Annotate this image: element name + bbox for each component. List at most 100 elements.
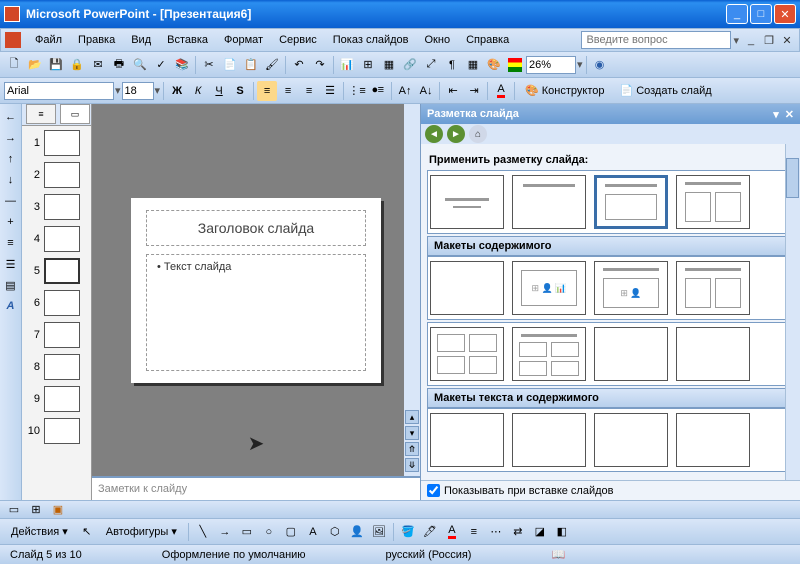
- layout-tc-b[interactable]: [512, 413, 586, 467]
- thumbnail-5[interactable]: 5: [24, 258, 89, 284]
- thumbnail-2[interactable]: 2: [24, 162, 89, 188]
- hyperlink-icon[interactable]: 🔗: [400, 55, 420, 75]
- menu-format[interactable]: Формат: [216, 32, 271, 48]
- task-pane-menu-icon[interactable]: ▾: [773, 108, 779, 121]
- mdi-minimize[interactable]: _: [743, 33, 759, 47]
- rect-icon[interactable]: ▭: [237, 522, 257, 542]
- chart-icon[interactable]: 📊: [337, 55, 357, 75]
- task-pane-scrollbar[interactable]: [785, 144, 800, 480]
- shadow-style-icon[interactable]: ◪: [530, 522, 550, 542]
- nav-forward-icon[interactable]: ►: [447, 125, 465, 143]
- layout-title-slide[interactable]: [430, 175, 504, 229]
- decrease-indent-icon[interactable]: ⇤: [443, 81, 463, 101]
- collapse-icon[interactable]: —: [2, 192, 20, 210]
- summary-icon[interactable]: ▤: [2, 276, 20, 294]
- zoom-combo[interactable]: [526, 56, 576, 74]
- textbox-icon[interactable]: ▢: [281, 522, 301, 542]
- arrow-right-icon[interactable]: →: [2, 129, 20, 147]
- menu-view[interactable]: Вид: [123, 32, 159, 48]
- bullets-icon[interactable]: ⦁≡: [368, 81, 388, 101]
- layout-4content-d[interactable]: [676, 327, 750, 381]
- distribute-icon[interactable]: ☰: [320, 81, 340, 101]
- nav-home-icon[interactable]: ⌂: [469, 125, 487, 143]
- show-on-insert-checkbox[interactable]: [427, 484, 440, 497]
- 3d-icon[interactable]: ◧: [552, 522, 572, 542]
- thumbnail-4[interactable]: 4: [24, 226, 89, 252]
- arrow-left-icon[interactable]: ←: [2, 108, 20, 126]
- font-combo[interactable]: [4, 82, 114, 100]
- title-placeholder[interactable]: Заголовок слайда: [146, 210, 366, 246]
- thumbnail-3[interactable]: 3: [24, 194, 89, 220]
- next-slide-icon[interactable]: ⤋: [405, 458, 419, 472]
- layout-title-content2[interactable]: ⊞ 👤: [594, 261, 668, 315]
- show-formatting-icon[interactable]: ¶: [442, 55, 462, 75]
- menu-edit[interactable]: Правка: [70, 32, 123, 48]
- status-spell-icon[interactable]: 📖: [551, 548, 565, 561]
- wordart-icon[interactable]: A: [303, 522, 323, 542]
- font-shrink-icon[interactable]: A↓: [416, 81, 436, 101]
- layout-4content-a[interactable]: [430, 327, 504, 381]
- mdi-close[interactable]: ✕: [779, 33, 795, 47]
- preview-icon[interactable]: 🔍: [130, 55, 150, 75]
- task-pane-close-icon[interactable]: ✕: [785, 108, 794, 121]
- new-slide-button[interactable]: 📄 Создать слайд: [612, 81, 718, 101]
- dash-icon[interactable]: ⋯: [486, 522, 506, 542]
- color-icon[interactable]: 🎨: [484, 55, 504, 75]
- layout-two-content[interactable]: [676, 175, 750, 229]
- align-center-icon[interactable]: ≡: [278, 81, 298, 101]
- arrow-style-icon[interactable]: ⇄: [508, 522, 528, 542]
- align-left-icon[interactable]: ≡: [257, 81, 277, 101]
- line-icon[interactable]: ╲: [193, 522, 213, 542]
- menu-file[interactable]: Файл: [27, 32, 70, 48]
- thumbnail-8[interactable]: 8: [24, 354, 89, 380]
- autoshapes-menu[interactable]: Автофигуры ▾: [99, 522, 184, 542]
- paste-icon[interactable]: 📋: [241, 55, 261, 75]
- menu-window[interactable]: Окно: [417, 32, 459, 48]
- tables-borders-icon[interactable]: ▦: [379, 55, 399, 75]
- format-painter-icon[interactable]: 🖌: [262, 55, 282, 75]
- menu-service[interactable]: Сервис: [271, 32, 325, 48]
- align-right-icon[interactable]: ≡: [299, 81, 319, 101]
- mail-icon[interactable]: ✉: [88, 55, 108, 75]
- actions-menu[interactable]: Действия ▾: [4, 522, 75, 542]
- layout-two-content2[interactable]: [676, 261, 750, 315]
- increase-indent-icon[interactable]: ⇥: [464, 81, 484, 101]
- spell-icon[interactable]: ✓: [151, 55, 171, 75]
- fill-icon[interactable]: 🪣: [398, 522, 418, 542]
- show-format-icon[interactable]: A: [2, 297, 20, 315]
- arrow-icon[interactable]: →: [215, 522, 235, 542]
- close-button[interactable]: ✕: [774, 4, 796, 24]
- thumbnail-6[interactable]: 6: [24, 290, 89, 316]
- arrow-up-icon[interactable]: ↑: [2, 150, 20, 168]
- slideshow-view-icon[interactable]: ▣: [48, 500, 68, 520]
- layout-title-only[interactable]: [512, 175, 586, 229]
- notes-pane[interactable]: Заметки к слайду: [92, 476, 420, 500]
- table-icon[interactable]: ⊞: [358, 55, 378, 75]
- undo-icon[interactable]: ↶: [289, 55, 309, 75]
- thumbnail-7[interactable]: 7: [24, 322, 89, 348]
- thumbnail-1[interactable]: 1: [24, 130, 89, 156]
- sorter-view-icon[interactable]: ⊞: [26, 500, 46, 520]
- layout-tc-c[interactable]: [594, 413, 668, 467]
- layout-tc-a[interactable]: [430, 413, 504, 467]
- mdi-restore[interactable]: ❐: [761, 33, 777, 47]
- expand-icon[interactable]: ⤢: [421, 55, 441, 75]
- body-placeholder[interactable]: Текст слайда: [146, 254, 366, 371]
- layout-4content-b[interactable]: [512, 327, 586, 381]
- select-icon[interactable]: ↖: [77, 522, 97, 542]
- expand-icon[interactable]: +: [2, 213, 20, 231]
- tab-slides[interactable]: ▭: [60, 104, 90, 124]
- permission-icon[interactable]: 🔒: [67, 55, 87, 75]
- layout-tc-d[interactable]: [676, 413, 750, 467]
- menu-slideshow[interactable]: Показ слайдов: [325, 32, 417, 48]
- bold-icon[interactable]: Ж: [167, 81, 187, 101]
- maximize-button[interactable]: □: [750, 4, 772, 24]
- font-color-icon[interactable]: A: [491, 81, 511, 101]
- zoom-dropdown-icon[interactable]: ▾: [577, 58, 583, 71]
- designer-button[interactable]: 🎨 Конструктор: [518, 81, 611, 101]
- flag-icon[interactable]: [505, 55, 525, 75]
- copy-icon[interactable]: 📄: [220, 55, 240, 75]
- open-icon[interactable]: 📂: [25, 55, 45, 75]
- line-color-icon[interactable]: 🖊: [420, 522, 440, 542]
- tab-outline[interactable]: ≡: [26, 104, 56, 124]
